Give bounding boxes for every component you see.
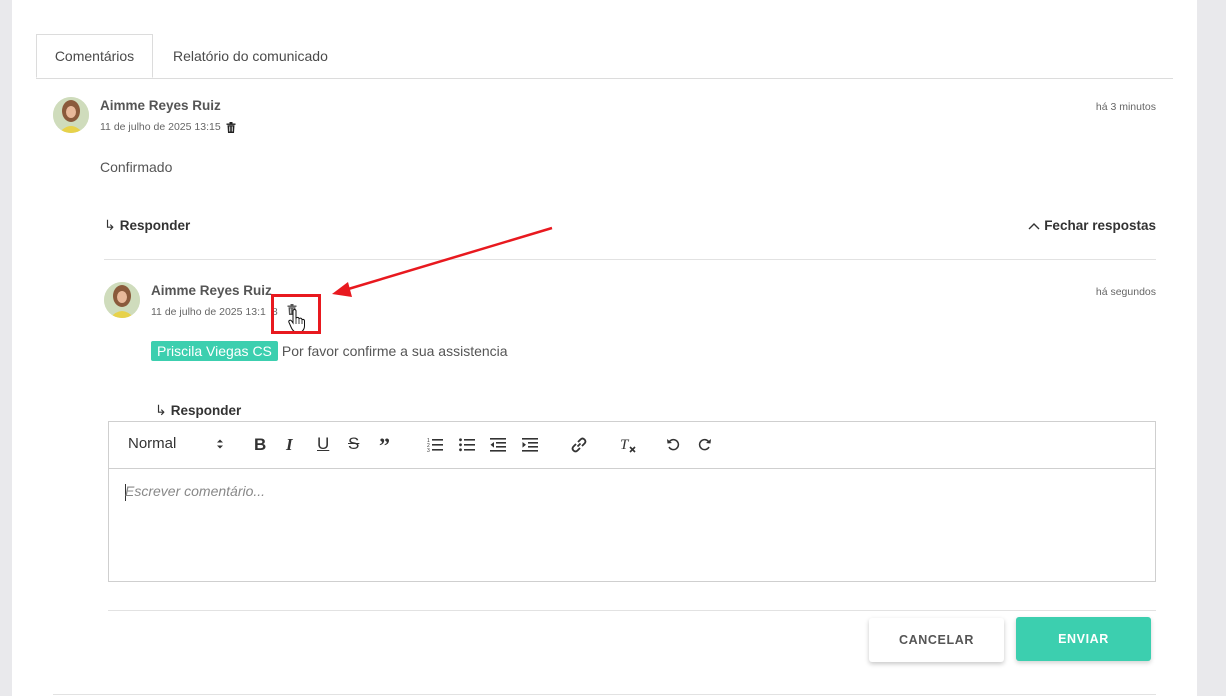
- indent-icon[interactable]: [522, 437, 538, 453]
- reply-date: 11 de julho de 2025 13:1: [151, 306, 266, 318]
- mention-chip[interactable]: Priscila Viegas CS: [151, 341, 278, 361]
- trash-icon[interactable]: [226, 121, 236, 133]
- chevron-up-icon: [1028, 222, 1040, 229]
- comment-input[interactable]: Escrever comentário...: [109, 468, 1155, 582]
- redo-icon[interactable]: [698, 437, 712, 451]
- reply-button[interactable]: ↳ Responder: [155, 402, 241, 419]
- reply-time-ago: há segundos: [1095, 286, 1156, 298]
- close-replies-label: Fechar respostas: [1044, 218, 1156, 233]
- clear-format-icon[interactable]: T: [619, 436, 637, 454]
- reply-button[interactable]: ↳ Responder: [104, 217, 190, 234]
- tab-relatorio-label: Relatório do comunicado: [173, 48, 328, 64]
- comment-date-row: 11 de julho de 2025 13:15: [100, 121, 236, 133]
- svg-text:T: T: [620, 437, 630, 453]
- reply-divider: [104, 259, 1156, 260]
- format-select[interactable]: Normal: [128, 435, 224, 452]
- editor-toolbar: Normal B I U S ” 1 2 3 T: [109, 422, 1155, 469]
- comment-placeholder: Escrever comentário...: [125, 483, 266, 499]
- reply-label: Responder: [170, 403, 242, 418]
- comment-editor: Normal B I U S ” 1 2 3 T Escrever coment…: [108, 421, 1156, 582]
- italic-icon[interactable]: I: [286, 435, 293, 455]
- tab-relatorio[interactable]: Relatório do comunicado: [173, 34, 328, 78]
- underline-icon[interactable]: U: [317, 434, 329, 454]
- reply-avatar: [104, 282, 140, 318]
- comment-author: Aimme Reyes Ruiz: [100, 98, 221, 113]
- tab-comentarios-label: Comentários: [54, 48, 135, 64]
- reply-label: Responder: [119, 218, 191, 233]
- reply-arrow-icon: ↳: [155, 402, 167, 418]
- bullet-list-icon[interactable]: [459, 437, 475, 453]
- cancel-button[interactable]: CANCELAR: [869, 618, 1004, 662]
- bold-icon[interactable]: B: [254, 435, 266, 455]
- comments-card: Comentários Relatório do comunicado Aimm…: [12, 0, 1197, 696]
- blockquote-icon[interactable]: ”: [379, 433, 390, 459]
- reply-date-row: 11 de julho de 2025 13:1 8: [151, 306, 278, 318]
- undo-icon[interactable]: [666, 437, 680, 451]
- send-button[interactable]: ENVIAR: [1016, 617, 1151, 661]
- svg-text:3: 3: [427, 448, 430, 453]
- comment-time-ago: há 3 minutos: [1095, 101, 1156, 113]
- strike-icon[interactable]: S: [348, 434, 359, 454]
- avatar-photo: [104, 282, 140, 318]
- select-arrows-icon: [217, 439, 223, 448]
- comment-date: 11 de julho de 2025 13:15: [100, 121, 221, 133]
- reply-text: Por favor confirme a sua assistencia: [281, 343, 508, 359]
- format-select-value: Normal: [128, 435, 177, 452]
- outdent-icon[interactable]: [490, 437, 506, 453]
- reply-arrow-icon: ↳: [104, 217, 116, 233]
- ordered-list-icon[interactable]: 1 2 3: [427, 437, 443, 453]
- link-icon[interactable]: [570, 436, 588, 454]
- avatar-photo: [53, 97, 89, 133]
- avatar: [53, 97, 89, 133]
- reply-text-row: Priscila Viegas CS Por favor confirme a …: [151, 341, 508, 361]
- comment-text: Confirmado: [100, 159, 173, 175]
- reply-author: Aimme Reyes Ruiz: [151, 283, 272, 298]
- tab-divider: [36, 78, 1173, 79]
- bottom-divider: [53, 694, 1156, 695]
- tab-comentarios[interactable]: Comentários: [36, 34, 153, 78]
- close-replies-button[interactable]: Fechar respostas: [1028, 218, 1156, 233]
- annotation-highlight-box: [271, 294, 321, 334]
- actions-divider: [108, 610, 1156, 611]
